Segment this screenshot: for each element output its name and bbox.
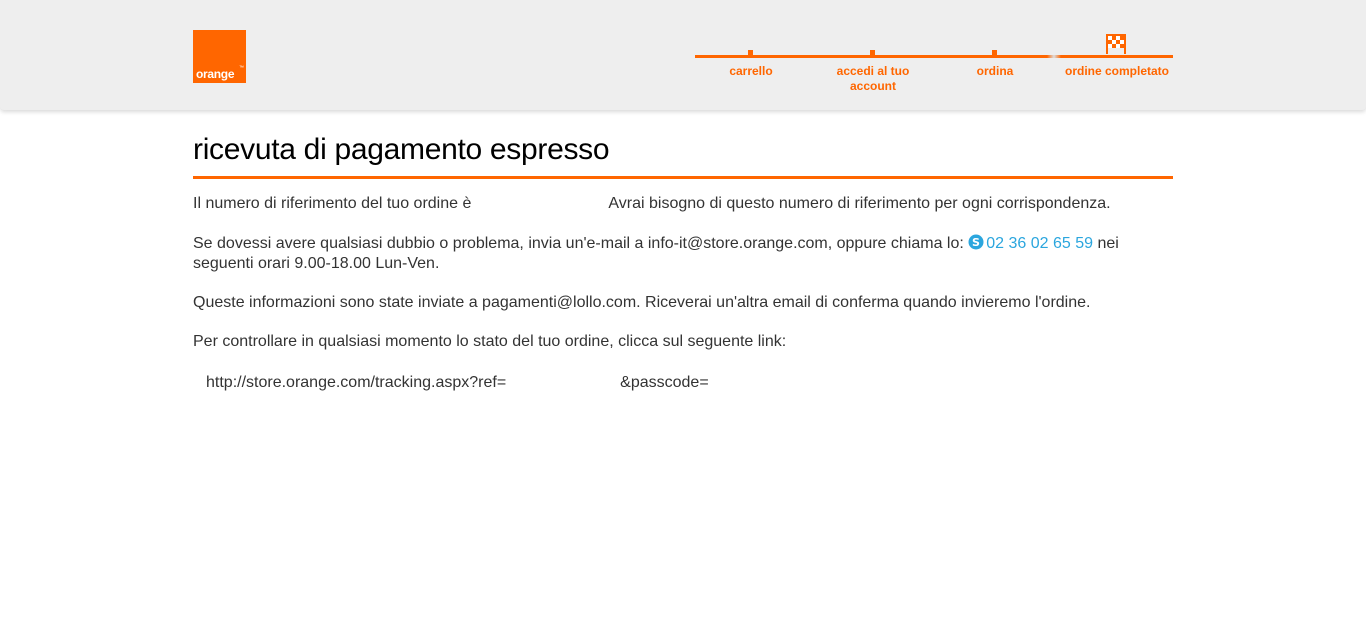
step-carrello: carrello	[729, 64, 773, 78]
header: ™ orange carrello accedi al tuo account …	[0, 0, 1366, 110]
main-content: ricevuta di pagamento espresso Il numero…	[193, 130, 1173, 391]
step-ordina: ordina	[976, 64, 1014, 78]
order-reference-label: Il numero di riferimento del tuo ordine …	[193, 195, 472, 212]
tracking-passcode[interactable]: &passcode=	[620, 374, 709, 391]
orange-logo[interactable]: ™ orange	[193, 30, 246, 83]
checkered-flag-icon	[1106, 34, 1126, 54]
progress-line-separator	[1047, 55, 1061, 58]
step-ordine-completato: ordine completato	[1064, 64, 1169, 78]
step-marker-accedi	[870, 50, 875, 56]
step-marker-carrello	[748, 50, 753, 56]
logo-text: orange	[196, 67, 235, 81]
help-text: Se dovessi avere qualsiasi dubbio o prob…	[193, 235, 964, 252]
page-title: ricevuta di pagamento espresso	[193, 130, 1173, 179]
progress-line-final	[1061, 55, 1173, 58]
tracking-url[interactable]: http://store.orange.com/tracking.aspx?re…	[206, 374, 506, 391]
svg-text:S: S	[972, 236, 980, 249]
order-reference-note: Avrai bisogno di questo numero di riferi…	[608, 195, 1111, 212]
phone-link[interactable]: 02 36 02 65 59	[986, 235, 1093, 252]
logo-trademark: ™	[239, 65, 244, 71]
checkout-progress: carrello accedi al tuo account ordina or…	[695, 30, 1173, 100]
step-marker-ordina	[992, 50, 997, 56]
step-accedi-account: accedi al tuo account	[836, 64, 910, 93]
tracking-intro: Per controllare in qualsiasi momento lo …	[193, 333, 787, 350]
tracking-link[interactable]: http://store.orange.com/tracking.aspx?re…	[206, 373, 1186, 393]
help-paragraph: Se dovessi avere qualsiasi dubbio o prob…	[193, 234, 1173, 274]
info-sent-text: Queste informazioni sono state inviate a…	[193, 294, 1091, 311]
order-reference-paragraph: Il numero di riferimento del tuo ordine …	[193, 194, 1173, 214]
skype-icon[interactable]: S	[968, 234, 984, 250]
